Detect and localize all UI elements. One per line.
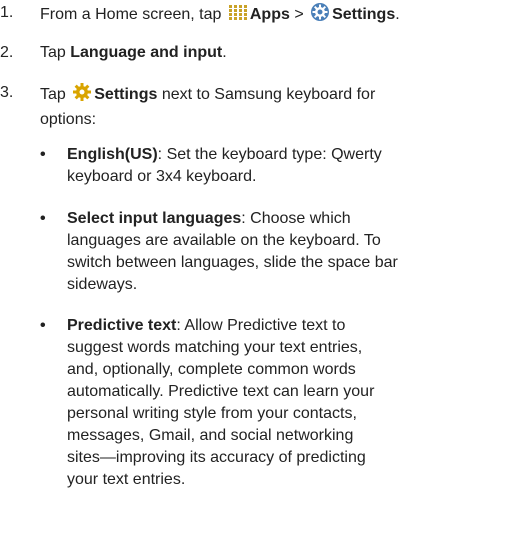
apps-grid-icon — [228, 4, 248, 29]
settings-gear-icon — [72, 82, 92, 109]
step-text: Tap — [40, 86, 66, 103]
settings-label: Settings — [332, 6, 396, 23]
apps-label: Apps — [249, 6, 290, 23]
bullet-term: English(US) — [67, 146, 158, 163]
step-text: From a Home screen, tap — [40, 6, 222, 23]
bullet-dot: • — [40, 210, 46, 227]
bullet-dot: • — [40, 146, 46, 163]
bullet-term: Predictive text — [67, 317, 177, 334]
bullet-term: Select input languages — [67, 210, 242, 227]
language-and-input-label: Language and input — [70, 44, 223, 61]
instructions-document: 1. From a Home screen, tap Apps > Settin… — [0, 2, 400, 488]
settings-gear-icon — [310, 2, 330, 29]
step-number: 2. — [0, 44, 14, 61]
separator: > — [294, 6, 304, 23]
step-number: 3. — [0, 84, 14, 101]
step-text: Tap — [40, 44, 66, 61]
step-number: 1. — [0, 4, 14, 21]
bullet-dot: • — [40, 317, 46, 334]
settings-label: Settings — [94, 86, 158, 103]
